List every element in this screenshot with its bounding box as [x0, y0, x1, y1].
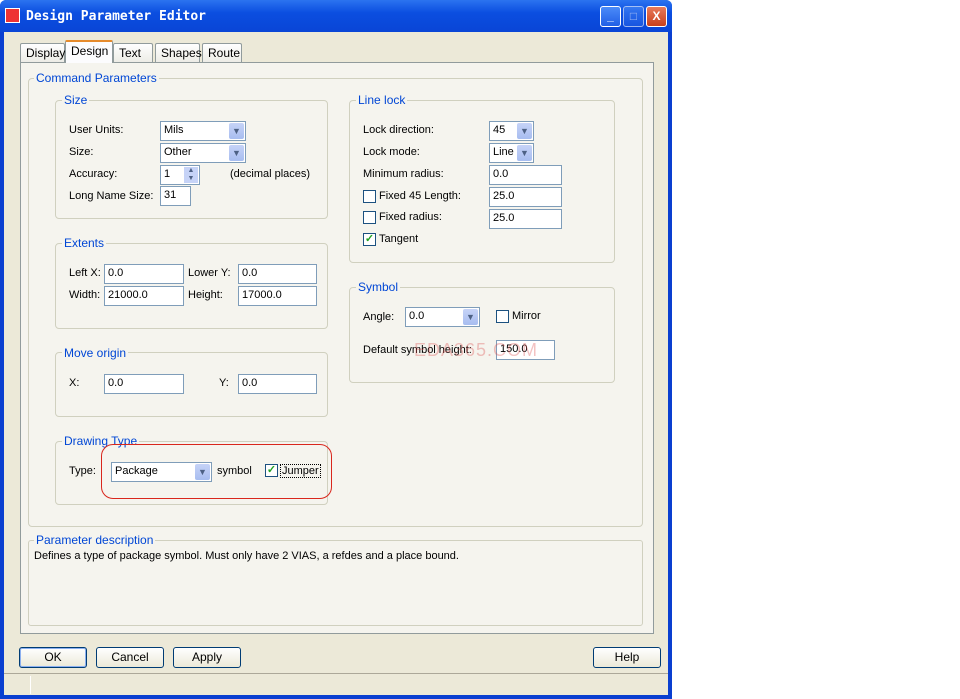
accuracy-label: Accuracy:: [69, 168, 118, 180]
tab-shapes[interactable]: Shapes: [155, 43, 202, 63]
tab-display[interactable]: Display: [20, 43, 65, 63]
fixed-radius-input[interactable]: 25.0: [489, 209, 562, 229]
fixed45-label: Fixed 45 Length:: [379, 190, 461, 202]
fixed-radius-label: Fixed radius:: [379, 211, 442, 223]
tab-design[interactable]: Design: [65, 40, 113, 63]
accuracy-stepper[interactable]: 1 ▲ ▼: [160, 165, 200, 185]
height-label: Height:: [188, 289, 223, 301]
tangent-checkbox[interactable]: ✓: [363, 233, 376, 246]
min-radius-input[interactable]: 0.0: [489, 165, 562, 185]
angle-label: Angle:: [363, 311, 395, 323]
status-divider: [30, 676, 31, 694]
drawing-type-value: Package: [115, 465, 158, 477]
mirror-label: Mirror: [512, 310, 541, 322]
size-group-label: Size: [62, 93, 90, 107]
size-label: Size:: [69, 146, 94, 158]
height-input[interactable]: 17000.0: [238, 286, 317, 306]
origin-x-input[interactable]: 0.0: [104, 374, 184, 394]
tangent-label: Tangent: [379, 233, 419, 245]
lower-y-input[interactable]: 0.0: [238, 264, 317, 284]
jumper-checkbox[interactable]: ✓: [265, 464, 278, 477]
lower-y-label: Lower Y:: [188, 267, 231, 279]
lock-mode-select[interactable]: Line ▼: [489, 143, 534, 163]
long-name-size-input[interactable]: 31: [160, 186, 191, 206]
move-origin-label: Move origin: [62, 346, 129, 360]
jumper-label[interactable]: Jumper: [280, 464, 321, 478]
chevron-down-icon: ▼: [463, 309, 478, 325]
tab-route[interactable]: Route: [202, 43, 242, 63]
chevron-down-icon: ▼: [517, 145, 532, 161]
left-x-label: Left X:: [69, 267, 101, 279]
type-label: Type:: [69, 465, 96, 477]
width-input[interactable]: 21000.0: [104, 286, 184, 306]
symbol-type-label: symbol: [217, 465, 252, 477]
help-button[interactable]: Help: [593, 647, 661, 668]
extents-label: Extents: [62, 236, 107, 250]
ok-button[interactable]: OK: [19, 647, 87, 668]
minimize-button[interactable]: _: [600, 6, 621, 27]
cancel-button[interactable]: Cancel: [96, 647, 164, 668]
long-name-label: Long Name Size:: [69, 190, 154, 202]
accuracy-value: 1: [164, 168, 171, 180]
description-label: Parameter description: [34, 533, 156, 547]
origin-y-input[interactable]: 0.0: [238, 374, 317, 394]
lock-direction-label: Lock direction:: [363, 124, 434, 136]
symbol-group: [349, 287, 615, 383]
chevron-down-icon: ▼: [517, 123, 532, 139]
close-button[interactable]: X: [646, 6, 667, 27]
title-bar[interactable]: Design Parameter Editor _ □ X: [0, 0, 672, 32]
fixed-radius-checkbox[interactable]: [363, 211, 376, 224]
fixed45-checkbox[interactable]: [363, 190, 376, 203]
origin-y-label: Y:: [219, 377, 229, 389]
default-height-input[interactable]: 150.0: [496, 340, 555, 360]
apply-button[interactable]: Apply: [173, 647, 241, 668]
user-units-value: Mils: [164, 124, 184, 136]
lock-direction-value: 45: [493, 124, 506, 136]
user-units-select[interactable]: Mils ▼: [160, 121, 246, 141]
width-label: Width:: [69, 289, 101, 301]
status-bar: [4, 673, 668, 695]
spinner-arrows-icon[interactable]: ▲ ▼: [184, 167, 198, 183]
left-x-input[interactable]: 0.0: [104, 264, 184, 284]
symbol-group-label: Symbol: [356, 280, 401, 294]
window-title: Design Parameter Editor: [26, 9, 207, 24]
lock-direction-select[interactable]: 45 ▼: [489, 121, 534, 141]
chevron-down-icon: ▼: [195, 464, 210, 480]
default-height-label: Default symbol height:: [363, 344, 472, 356]
fixed45-input[interactable]: 25.0: [489, 187, 562, 207]
size-select[interactable]: Other ▼: [160, 143, 246, 163]
mirror-checkbox[interactable]: [496, 310, 509, 323]
chevron-down-icon: ▼: [229, 123, 244, 139]
maximize-button[interactable]: □: [623, 6, 644, 27]
lock-mode-label: Lock mode:: [363, 146, 420, 158]
line-lock-label: Line lock: [356, 93, 408, 107]
command-parameters-label: Command Parameters: [34, 71, 159, 85]
min-radius-label: Minimum radius:: [363, 168, 444, 180]
chevron-down-icon: ▼: [229, 145, 244, 161]
drawing-type-select[interactable]: Package ▼: [111, 462, 212, 482]
origin-x-label: X:: [69, 377, 80, 389]
description-text: Defines a type of package symbol. Must o…: [34, 550, 459, 562]
angle-value: 0.0: [409, 310, 425, 322]
angle-select[interactable]: 0.0 ▼: [405, 307, 480, 327]
accuracy-hint: (decimal places): [230, 168, 311, 180]
size-value: Other: [164, 146, 192, 158]
app-icon: [5, 8, 20, 23]
user-units-label: User Units:: [69, 124, 124, 136]
tab-text[interactable]: Text: [113, 43, 153, 63]
lock-mode-value: Line: [493, 146, 514, 158]
